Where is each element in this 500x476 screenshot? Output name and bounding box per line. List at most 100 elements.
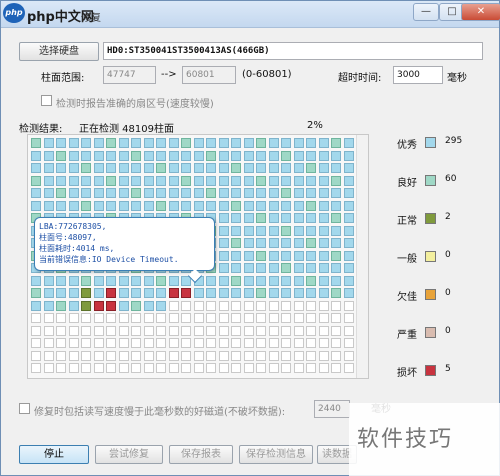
grid-cell <box>93 175 104 186</box>
grid-cell <box>68 325 79 336</box>
legend-swatch <box>425 365 436 376</box>
grid-cell <box>306 263 316 273</box>
grid-cell <box>56 313 66 323</box>
grid-cell <box>118 275 129 286</box>
grid-cell <box>231 313 241 323</box>
grid-cell <box>306 225 316 236</box>
grid-cell <box>343 213 354 223</box>
grid-cell <box>56 288 66 298</box>
grid-cell <box>131 163 141 173</box>
grid-cell <box>231 213 241 223</box>
timeout-input[interactable]: 3000 <box>393 66 443 84</box>
grid-cell <box>293 288 304 298</box>
grid-cell <box>293 338 304 348</box>
grid-cell <box>206 175 216 186</box>
minimize-button[interactable]: — <box>413 3 439 21</box>
grid-cell <box>156 363 166 373</box>
grid-cell <box>243 338 254 348</box>
grid-cell <box>193 313 204 323</box>
grid-cell <box>143 325 154 336</box>
grid-cell <box>131 288 141 298</box>
report-sector-checkbox[interactable] <box>41 95 52 106</box>
grid-cell <box>43 325 54 336</box>
grid-cell <box>43 200 54 211</box>
grid-cell <box>206 200 216 211</box>
save-info-button[interactable]: 保存检测信息 <box>239 445 313 464</box>
grid-cell <box>331 150 341 161</box>
tooltip-time: 柱面耗时:4014 ms, <box>39 244 115 253</box>
grid-cell <box>268 275 279 286</box>
disk-name-field: HD0:ST350041ST3500413AS(466GB) <box>103 42 483 60</box>
grid-cell <box>106 325 116 336</box>
grid-cell <box>193 175 204 186</box>
grid-scrollbar[interactable] <box>356 135 368 378</box>
grid-cell <box>93 300 104 311</box>
grid-cell <box>93 363 104 373</box>
save-report-button[interactable]: 保存报表 <box>169 445 233 464</box>
grid-cell <box>318 338 329 348</box>
grid-cell <box>206 288 216 298</box>
grid-cell <box>343 313 354 323</box>
grid-cell <box>306 275 316 286</box>
grid-cell <box>218 163 229 173</box>
cylinder-to-field[interactable]: 60801 <box>182 66 236 84</box>
slow-threshold-field[interactable]: 2440 <box>314 400 350 418</box>
grid-cell <box>31 350 41 361</box>
grid-cell <box>93 288 104 298</box>
watermark-text: 软件技巧 <box>357 427 454 452</box>
grid-cell <box>306 250 316 261</box>
grid-cell <box>306 163 316 173</box>
grid-cell <box>118 288 129 298</box>
grid-cell <box>231 363 241 373</box>
legend-label: 欠佳 <box>397 292 417 303</box>
grid-cell <box>243 188 254 198</box>
grid-cell <box>256 150 266 161</box>
grid-cell <box>143 275 154 286</box>
grid-cell <box>156 275 166 286</box>
grid-cell <box>331 363 341 373</box>
grid-cell <box>343 288 354 298</box>
grid-cell <box>243 175 254 186</box>
grid-cell <box>131 138 141 148</box>
grid-cell <box>168 163 179 173</box>
grid-cell <box>306 213 316 223</box>
grid-cell <box>181 338 191 348</box>
grid-cell <box>343 175 354 186</box>
grid-cell <box>131 175 141 186</box>
grid-cell <box>218 188 229 198</box>
stop-button[interactable]: 停止 <box>19 445 89 464</box>
cylinder-from-field[interactable]: 47747 <box>103 66 156 84</box>
grid-cell <box>306 188 316 198</box>
grid-cell <box>218 138 229 148</box>
grid-cell <box>93 200 104 211</box>
grid-cell <box>256 200 266 211</box>
grid-cell <box>268 288 279 298</box>
grid-cell <box>106 188 116 198</box>
grid-cell <box>106 175 116 186</box>
grid-cell <box>331 175 341 186</box>
grid-cell <box>81 288 91 298</box>
grid-cell <box>281 313 291 323</box>
close-button[interactable]: ✕ <box>461 3 500 21</box>
grid-cell <box>31 275 41 286</box>
grid-cell <box>131 200 141 211</box>
grid-cell <box>193 300 204 311</box>
grid-cell <box>343 363 354 373</box>
grid-cell <box>318 150 329 161</box>
grid-cell <box>218 250 229 261</box>
grid-cell <box>131 325 141 336</box>
grid-cell <box>156 288 166 298</box>
grid-cell <box>56 188 66 198</box>
grid-cell <box>281 225 291 236</box>
include-slow-checkbox[interactable] <box>19 403 30 414</box>
select-disk-button[interactable]: 选择硬盘 <box>19 42 99 61</box>
grid-cell <box>231 238 241 248</box>
grid-cell <box>31 338 41 348</box>
try-repair-button[interactable]: 尝试修复 <box>95 445 163 464</box>
grid-cell <box>106 338 116 348</box>
grid-cell <box>93 325 104 336</box>
grid-cell <box>343 350 354 361</box>
grid-cell <box>106 200 116 211</box>
grid-cell <box>31 138 41 148</box>
legend-swatch <box>425 137 436 148</box>
